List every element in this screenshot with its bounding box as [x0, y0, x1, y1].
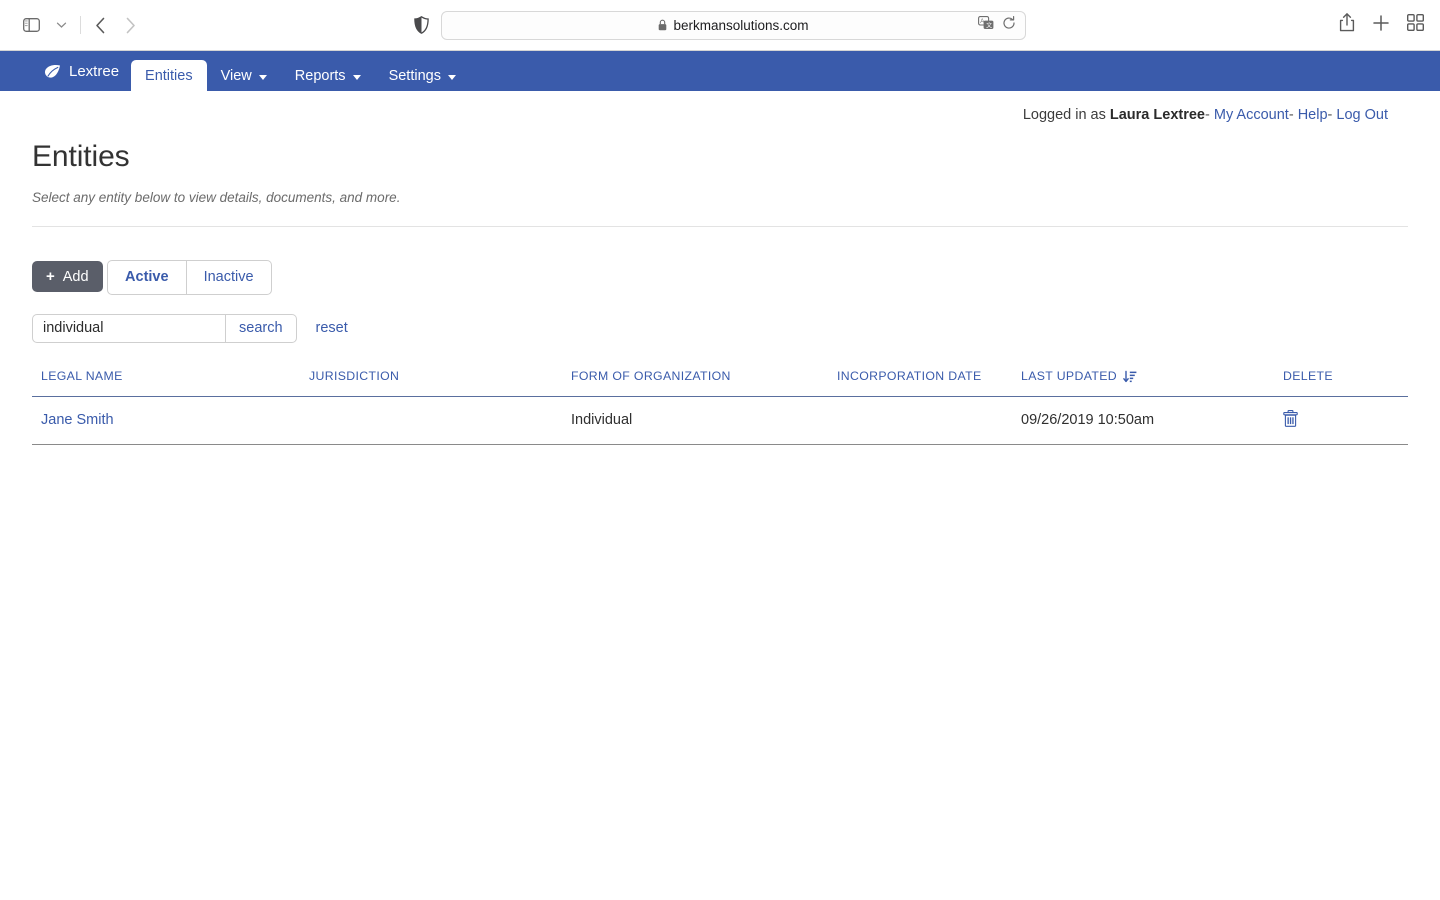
tab-overview-icon[interactable] — [1406, 13, 1424, 36]
browser-toolbar-actions — [1339, 13, 1424, 37]
column-header-incorporation-date[interactable]: INCORPORATION DATE — [828, 368, 1012, 397]
url-bar-container: berkmansolutions.com A 文 — [414, 10, 1026, 40]
cell-legal-name: Jane Smith — [32, 396, 300, 445]
cell-form-of-organization: Individual — [562, 396, 828, 445]
log-out-link[interactable]: Log Out — [1336, 107, 1388, 123]
account-separator-2: - — [1288, 107, 1294, 123]
logged-in-prefix: Logged in as — [1022, 107, 1106, 123]
column-header-delete: DELETE — [1274, 368, 1408, 397]
column-header-form-of-organization[interactable]: FORM OF ORGANIZATION — [562, 368, 828, 397]
column-header-last-updated-label: LAST UPDATED — [1021, 368, 1117, 383]
nav-tab-reports-label: Reports — [294, 68, 346, 84]
privacy-shield-icon[interactable] — [414, 16, 429, 34]
status-filter-group: Active Inactive — [107, 259, 272, 295]
reload-icon[interactable] — [1002, 15, 1016, 35]
share-icon[interactable] — [1339, 13, 1355, 37]
search-input[interactable] — [32, 313, 226, 343]
address-bar-actions: A 文 — [978, 15, 1016, 35]
nav-tab-reports[interactable]: Reports — [281, 61, 375, 91]
cell-jurisdiction — [300, 396, 562, 445]
nav-tab-view-label: View — [220, 68, 252, 84]
cell-incorporation-date — [828, 396, 1012, 445]
table-header-row: LEGAL NAME JURISDICTION FORM OF ORGANIZA… — [32, 368, 1408, 397]
cell-delete — [1274, 396, 1408, 445]
table-row[interactable]: Jane Smith Individual 09/26/2019 10:50am — [32, 396, 1408, 445]
column-header-incorporation-date-label: INCORPORATION DATE — [837, 368, 982, 383]
brand-lextree[interactable]: Lextree — [40, 51, 131, 91]
entities-table-body: Jane Smith Individual 09/26/2019 10:50am — [32, 396, 1408, 445]
address-bar[interactable]: berkmansolutions.com A 文 — [441, 10, 1026, 40]
plus-icon[interactable] — [1372, 14, 1390, 37]
filter-active-button[interactable]: Active — [107, 259, 187, 295]
nav-tab-view[interactable]: View — [207, 61, 281, 91]
forward-arrow-icon[interactable] — [115, 10, 145, 40]
translate-icon[interactable]: A 文 — [978, 15, 994, 35]
column-header-delete-label: DELETE — [1283, 368, 1333, 383]
sort-descending-icon[interactable] — [1123, 370, 1137, 384]
my-account-link[interactable]: My Account — [1214, 107, 1289, 123]
entity-link-jane-smith[interactable]: Jane Smith — [41, 412, 114, 428]
chevron-down-icon — [447, 74, 456, 80]
sidebar-toggle-icon[interactable] — [16, 10, 46, 40]
header-divider — [32, 226, 1408, 227]
chrome-divider — [80, 16, 81, 34]
help-link[interactable]: Help — [1298, 107, 1328, 123]
entities-table: LEGAL NAME JURISDICTION FORM OF ORGANIZA… — [32, 368, 1408, 445]
chevron-down-icon — [352, 74, 361, 80]
svg-text:文: 文 — [986, 21, 992, 29]
cell-last-updated: 09/26/2019 10:50am — [1012, 396, 1274, 445]
address-bar-content: berkmansolutions.com — [658, 17, 809, 33]
account-separator-1: - — [1205, 107, 1210, 123]
filter-inactive-button[interactable]: Inactive — [186, 259, 272, 295]
account-separator-3: - — [1327, 107, 1333, 123]
search-button[interactable]: search — [226, 313, 297, 343]
entities-table-head: LEGAL NAME JURISDICTION FORM OF ORGANIZA… — [32, 368, 1408, 397]
search-group: search — [32, 313, 297, 343]
browser-nav-controls — [16, 10, 145, 40]
add-button-label: Add — [62, 268, 89, 285]
logged-in-user: Laura Lextree — [1109, 107, 1205, 123]
browser-chrome: berkmansolutions.com A 文 — [0, 0, 1440, 51]
nav-tab-settings[interactable]: Settings — [375, 61, 470, 91]
search-row: search reset — [32, 313, 1408, 343]
page-content: Logged in as Laura Lextree- My Account- … — [0, 91, 1440, 445]
page-title: Entities — [32, 140, 130, 173]
url-text: berkmansolutions.com — [673, 17, 809, 33]
back-arrow-icon[interactable] — [85, 10, 115, 40]
leaf-icon — [44, 64, 61, 79]
nav-tab-entities[interactable]: Entities — [131, 60, 207, 91]
brand-label: Lextree — [69, 62, 120, 80]
column-header-jurisdiction[interactable]: JURISDICTION — [300, 368, 562, 397]
lock-icon — [658, 19, 667, 31]
column-header-legal-name-label: LEGAL NAME — [41, 368, 123, 383]
chevron-down-icon[interactable] — [46, 10, 76, 40]
chevron-down-icon — [258, 74, 267, 80]
column-header-last-updated[interactable]: LAST UPDATED — [1012, 368, 1274, 397]
page-subtitle: Select any entity below to view details,… — [32, 190, 401, 205]
column-header-legal-name[interactable]: LEGAL NAME — [32, 368, 300, 397]
trash-icon[interactable] — [1283, 409, 1298, 427]
add-button[interactable]: + Add — [32, 261, 103, 292]
app-navbar: Lextree Entities View Reports Settings — [0, 51, 1440, 91]
column-header-form-of-organization-label: FORM OF ORGANIZATION — [571, 368, 731, 383]
plus-icon: + — [46, 267, 55, 285]
account-bar: Logged in as Laura Lextree- My Account- … — [32, 91, 1408, 123]
reset-link[interactable]: reset — [316, 320, 348, 336]
column-header-jurisdiction-label: JURISDICTION — [309, 368, 400, 383]
nav-tab-entities-label: Entities — [145, 67, 193, 84]
nav-tab-settings-label: Settings — [388, 68, 441, 84]
